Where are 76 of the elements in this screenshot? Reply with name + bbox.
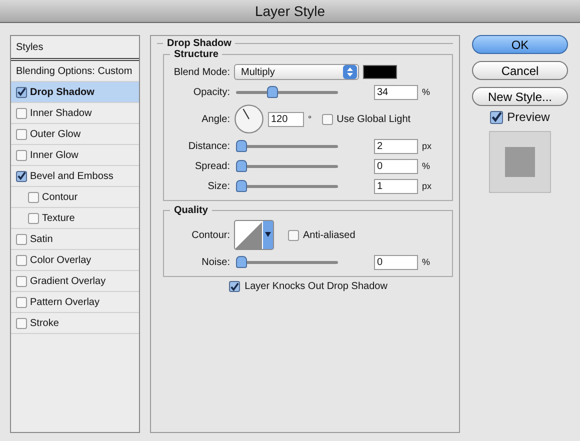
style-label: Satin <box>30 234 53 244</box>
checkbox[interactable] <box>228 281 240 292</box>
style-label: Inner Glow <box>30 150 78 160</box>
checkbox[interactable] <box>16 86 27 98</box>
checkbox[interactable] <box>16 296 27 308</box>
unit-label: ° <box>308 114 312 124</box>
unit-label: px <box>422 181 432 191</box>
slider[interactable] <box>236 256 338 268</box>
preview-thumbnail <box>489 131 551 193</box>
color-swatch[interactable] <box>363 65 397 79</box>
checkbox[interactable] <box>28 212 39 224</box>
style-label: Stroke <box>30 318 59 328</box>
style-label: Color Overlay <box>30 254 92 266</box>
style-label: Drop Shadow <box>30 86 94 98</box>
value-field[interactable]: 34 <box>374 84 418 100</box>
checkbox[interactable] <box>322 114 333 124</box>
checkbox[interactable] <box>16 234 27 244</box>
checkbox[interactable] <box>16 170 27 182</box>
dialog-button[interactable]: Cancel <box>472 61 568 80</box>
field-label: Distance: <box>187 140 230 152</box>
unit-label: px <box>422 141 432 151</box>
value-field[interactable]: 0 <box>374 158 418 174</box>
group-title: Structure <box>173 49 220 60</box>
value-field[interactable]: 1 <box>374 178 418 194</box>
field-label: Size: <box>206 180 230 192</box>
checkbox[interactable] <box>16 254 27 266</box>
field-label: Contour: <box>190 230 230 240</box>
checkbox[interactable] <box>490 110 504 124</box>
checkbox[interactable] <box>16 318 27 328</box>
checkbox[interactable] <box>288 230 299 240</box>
checkbox-label: Layer Knocks Out Drop Shadow <box>244 281 388 292</box>
group-title: Drop Shadow <box>166 38 232 49</box>
checkbox[interactable] <box>16 276 27 286</box>
style-label: Contour <box>42 192 78 202</box>
style-label: Pattern Overlay <box>30 296 100 308</box>
value-field[interactable]: 120 <box>268 112 304 126</box>
dialog-button[interactable]: OK <box>472 35 568 54</box>
checkbox-label: Anti-aliased <box>303 230 356 240</box>
unit-label: % <box>422 87 430 97</box>
slider-thumb[interactable] <box>266 86 278 98</box>
style-label: Inner Shadow <box>30 108 92 118</box>
style-label: Texture <box>42 212 75 224</box>
stepper-icon <box>343 65 357 79</box>
field-label: Blend Mode: <box>172 66 230 78</box>
style-item[interactable]: Drop Shadow <box>11 82 139 103</box>
field-label: Noise: <box>200 256 230 268</box>
checkbox[interactable] <box>16 128 27 140</box>
unit-label: % <box>422 161 430 171</box>
window-title: Layer Style <box>254 3 326 19</box>
contour-picker[interactable] <box>234 220 274 250</box>
slider[interactable] <box>236 140 338 152</box>
slider[interactable] <box>236 86 338 98</box>
group-title: Quality <box>173 205 209 216</box>
checkbox-label: Preview <box>507 110 550 124</box>
slider[interactable] <box>236 160 338 172</box>
style-label: Bevel and Emboss <box>30 170 114 182</box>
angle-dial-icon[interactable] <box>234 104 264 134</box>
value-field[interactable]: 0 <box>374 254 418 270</box>
unit-label: % <box>422 257 430 267</box>
slider[interactable] <box>236 180 338 192</box>
value-field[interactable]: 2 <box>374 138 418 154</box>
field-label: Spread: <box>194 160 230 172</box>
checkbox[interactable] <box>28 192 39 202</box>
field-label: Opacity: <box>192 86 230 98</box>
style-label: Gradient Overlay <box>30 276 106 286</box>
slider-thumb[interactable] <box>236 256 247 268</box>
checkbox[interactable] <box>16 150 27 160</box>
checkbox-label: Use Global Light <box>336 114 411 124</box>
field-label: Angle: <box>200 114 230 124</box>
style-label: Outer Glow <box>30 128 81 140</box>
slider-thumb[interactable] <box>236 160 247 172</box>
blend-mode-dropdown[interactable]: Multiply <box>234 64 359 80</box>
slider-thumb[interactable] <box>236 140 247 152</box>
checkbox[interactable] <box>16 108 27 118</box>
dialog-button[interactable]: New Style... <box>472 87 568 106</box>
slider-thumb[interactable] <box>236 180 247 192</box>
